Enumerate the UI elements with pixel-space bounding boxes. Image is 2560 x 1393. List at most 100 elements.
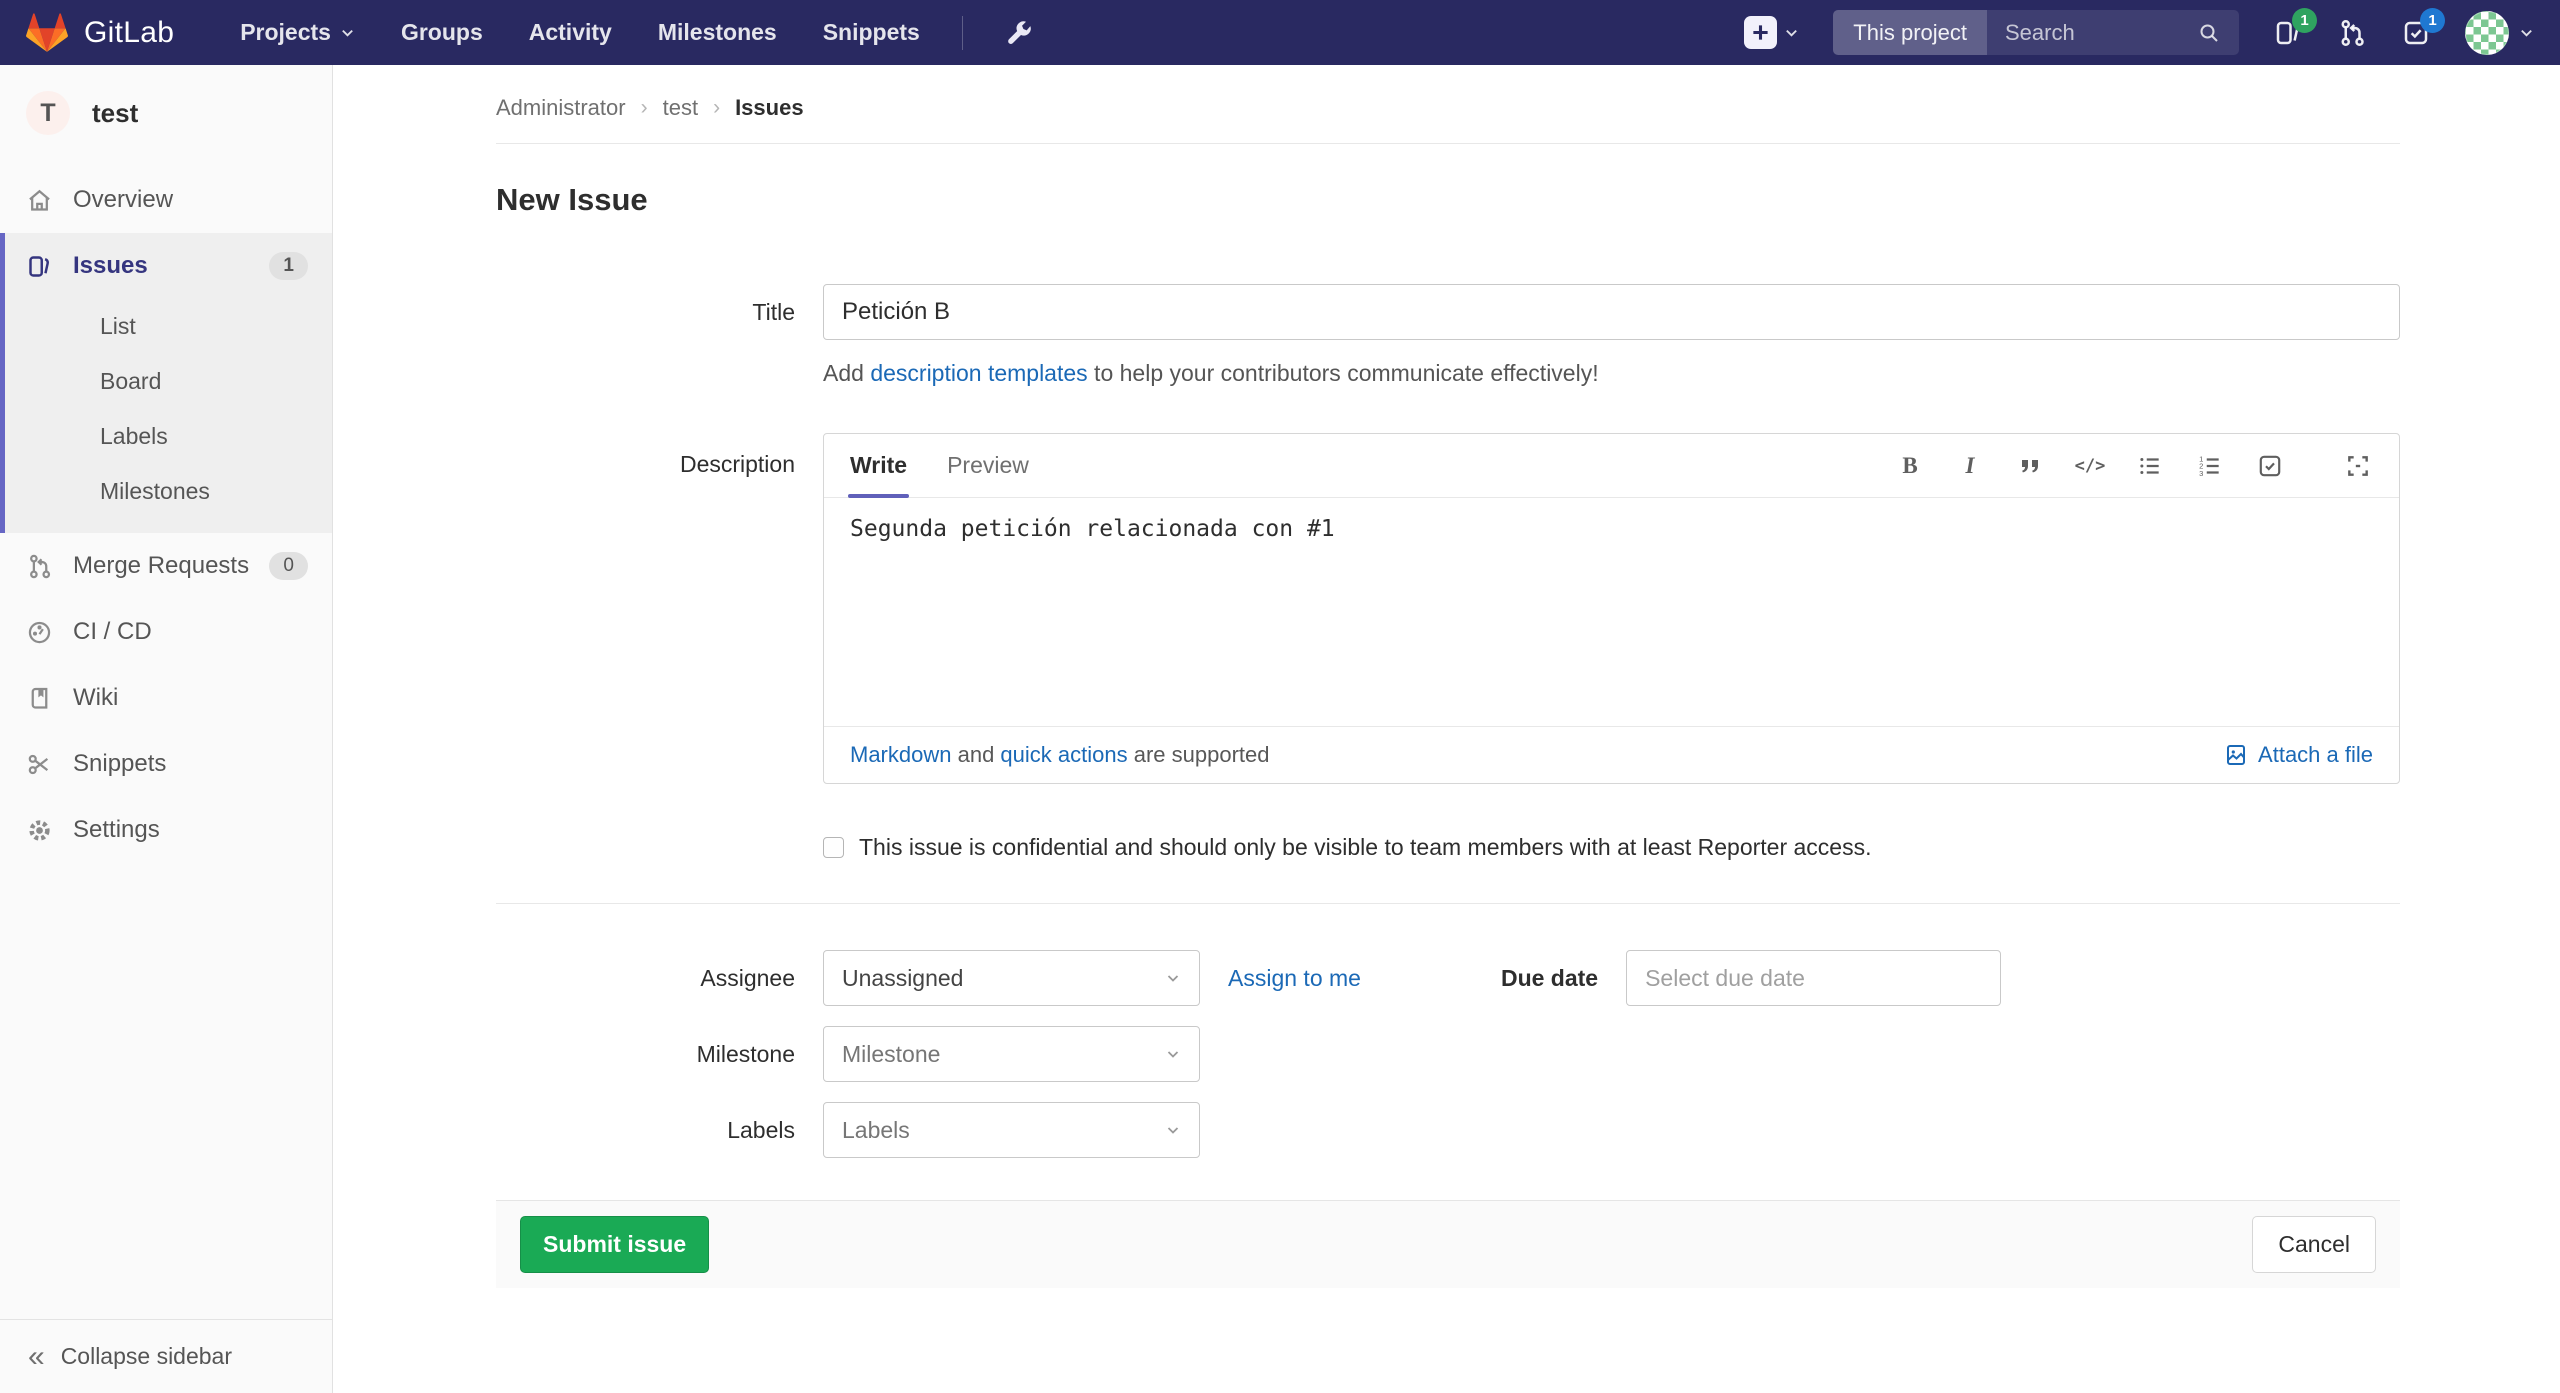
labels-label: Labels [496, 1117, 823, 1144]
sidebar-item-labels[interactable]: Labels [5, 409, 332, 464]
chevron-down-icon [1165, 1122, 1181, 1138]
top-navbar: GitLab Projects Groups Activity Mileston… [0, 0, 2560, 65]
task-list-icon[interactable] [2255, 451, 2285, 481]
sidebar-item-ci-cd[interactable]: CI / CD [0, 599, 332, 665]
scissors-icon [26, 751, 53, 778]
milestone-select[interactable]: Milestone [823, 1026, 1200, 1082]
search-icon[interactable] [2197, 21, 2221, 45]
assignee-select[interactable]: Unassigned [823, 950, 1200, 1006]
sidebar-item-label: Settings [73, 816, 160, 844]
collapse-sidebar-button[interactable]: « Collapse sidebar [0, 1319, 332, 1393]
sidebar-item-label: Snippets [73, 750, 166, 778]
breadcrumb-issues: Issues [735, 95, 804, 121]
sidebar-item-settings[interactable]: Settings [0, 797, 332, 863]
due-date-input[interactable] [1626, 950, 2001, 1006]
editor-tabs: Write Preview B I </> [824, 434, 2399, 498]
labels-value: Labels [842, 1117, 910, 1144]
sidebar-item-overview[interactable]: Overview [0, 167, 332, 233]
sidebar-item-label: Issues [73, 252, 148, 280]
attach-file-icon [2224, 743, 2248, 767]
nav-activity[interactable]: Activity [529, 19, 612, 46]
assign-to-me-link[interactable]: Assign to me [1228, 965, 1361, 992]
quote-icon[interactable] [2015, 451, 2045, 481]
confidential-row: This issue is confidential and should on… [823, 834, 2400, 861]
sidebar-item-wiki[interactable]: Wiki [0, 665, 332, 731]
sidebar-item-label: Merge Requests [73, 552, 249, 580]
logo-wordmark: GitLab [84, 16, 174, 50]
footer-text: are supported [1128, 742, 1270, 767]
admin-wrench-icon[interactable] [1005, 19, 1033, 47]
search-scope-badge[interactable]: This project [1833, 10, 1987, 55]
labels-select[interactable]: Labels [823, 1102, 1200, 1158]
search-input[interactable] [2005, 20, 2185, 46]
svg-text:3: 3 [2199, 468, 2203, 477]
nav-merge-requests-button[interactable] [2337, 18, 2367, 48]
numbered-list-icon[interactable]: 1 2 3 [2195, 451, 2225, 481]
title-row: Title [496, 284, 2400, 340]
description-templates-link[interactable]: description templates [870, 360, 1087, 386]
fullscreen-icon[interactable] [2343, 451, 2373, 481]
sidebar-item-label: Wiki [73, 684, 118, 712]
code-icon[interactable]: </> [2075, 451, 2105, 481]
section-divider [496, 903, 2400, 904]
sidebar-item-list[interactable]: List [5, 299, 332, 354]
nav-issues-button[interactable]: 1 [2273, 18, 2303, 48]
attach-file-label: Attach a file [2258, 742, 2373, 768]
title-helper: Add description templates to help your c… [823, 360, 2400, 387]
attach-file-button[interactable]: Attach a file [2224, 742, 2373, 768]
gauge-icon [26, 619, 53, 646]
bullet-list-icon[interactable] [2135, 451, 2165, 481]
bold-icon[interactable]: B [1895, 451, 1925, 481]
markdown-toolbar: B I </> [1895, 451, 2373, 481]
project-avatar: T [26, 91, 70, 135]
user-menu[interactable] [2465, 11, 2534, 55]
labels-row: Labels Labels [496, 1102, 2400, 1158]
nav-todos-button[interactable]: 1 [2401, 18, 2431, 48]
chevron-down-icon [1165, 1046, 1181, 1062]
sidebar-item-issues[interactable]: Issues 1 [5, 233, 332, 299]
new-menu-button[interactable] [1744, 16, 1799, 49]
chevron-down-icon [1784, 25, 1799, 40]
description-row: Description Write Preview B I [496, 433, 2400, 784]
tab-preview[interactable]: Preview [947, 434, 1029, 497]
plus-icon [1744, 16, 1777, 49]
submit-issue-button[interactable]: Submit issue [520, 1216, 709, 1273]
quick-actions-link[interactable]: quick actions [1000, 742, 1127, 767]
project-name: test [92, 98, 138, 129]
confidential-checkbox[interactable] [823, 837, 844, 858]
sidebar-item-milestones[interactable]: Milestones [5, 464, 332, 519]
issues-count-pill: 1 [269, 252, 308, 281]
cancel-button[interactable]: Cancel [2252, 1216, 2376, 1273]
sidebar-item-merge-requests[interactable]: Merge Requests 0 [0, 533, 332, 599]
milestone-row: Milestone Milestone [496, 1026, 2400, 1082]
nav-groups[interactable]: Groups [401, 19, 483, 46]
tab-write[interactable]: Write [850, 434, 907, 497]
nav-snippets[interactable]: Snippets [823, 19, 920, 46]
page-title: New Issue [496, 182, 2400, 218]
sidebar-item-snippets[interactable]: Snippets [0, 731, 332, 797]
gitlab-logo[interactable]: GitLab [26, 12, 174, 54]
italic-icon[interactable]: I [1955, 451, 1985, 481]
primary-nav: Projects Groups Activity Milestones Snip… [240, 19, 920, 46]
helper-text: Add [823, 360, 870, 386]
breadcrumb: Administrator › test › Issues [496, 65, 2400, 144]
markdown-link[interactable]: Markdown [850, 742, 951, 767]
breadcrumb-separator: › [713, 96, 720, 120]
description-textarea[interactable]: Segunda petición relacionada con #1 [824, 498, 2399, 726]
chevron-down-icon [340, 25, 355, 40]
description-label: Description [496, 433, 823, 478]
title-label: Title [496, 299, 823, 326]
mr-count-pill: 0 [269, 552, 308, 581]
title-input[interactable] [823, 284, 2400, 340]
editor-footer: Markdown and quick actions are supported… [824, 726, 2399, 783]
project-header[interactable]: T test [0, 65, 332, 167]
breadcrumb-administrator[interactable]: Administrator [496, 95, 626, 121]
assignee-row: Assignee Unassigned Assign to me Due dat… [496, 950, 2400, 1006]
breadcrumb-test[interactable]: test [663, 95, 698, 121]
chevron-down-icon [1165, 970, 1181, 986]
sidebar-item-board[interactable]: Board [5, 354, 332, 409]
sidebar-item-label: Overview [73, 186, 173, 214]
nav-projects[interactable]: Projects [240, 19, 355, 46]
nav-milestones[interactable]: Milestones [658, 19, 777, 46]
assignee-label: Assignee [496, 965, 823, 992]
